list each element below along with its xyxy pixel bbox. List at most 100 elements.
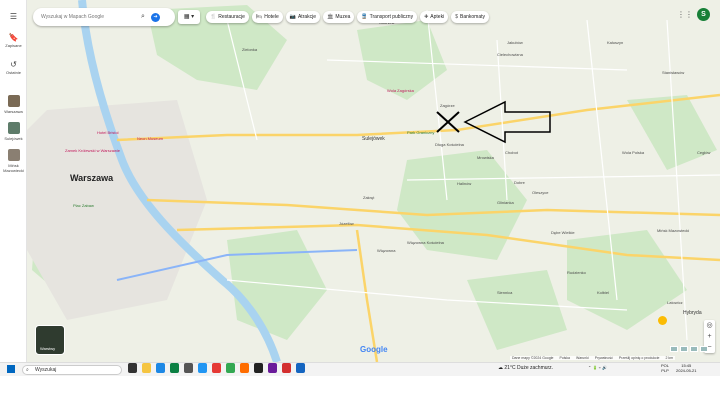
town-label: Jakubów [507,40,523,45]
app-icon[interactable] [212,363,221,373]
app-icon[interactable] [128,363,137,373]
taskbar-search[interactable]: ⌕ Wyszukaj [22,364,122,375]
map-type-thumb[interactable] [670,346,678,352]
town-label: Siennica [497,290,513,295]
app-icon[interactable] [184,363,193,373]
map-canvas[interactable]: Warszawa Sulejówek Zielonka Zagórze Okun… [27,0,720,362]
town-label: Glinianka [497,200,514,205]
windows-taskbar: ⌕ Wyszukaj [0,362,720,376]
chevron-up-icon[interactable]: ⌃ [588,365,591,370]
bed-icon: 🛏 [255,14,263,20]
layers-tile[interactable]: Warstwy [35,325,65,355]
recent-place-sulejowek[interactable]: Sulejówek [0,122,27,141]
chrome-icon[interactable] [226,363,235,373]
system-tray[interactable]: ⌃ 🔋 ⌁ 🔊 [588,365,607,370]
poi-label[interactable]: Wola Zagórska [387,88,414,93]
clock-date: 2024-05-21 [676,368,697,373]
poi-label[interactable]: Neon Museum [137,136,163,141]
town-label: Mrowiska [477,155,494,160]
footer-link[interactable]: Prześlij opinię o produkcie [619,356,660,360]
app-icon[interactable] [254,363,263,373]
chip-restauracje[interactable]: 🍴 Restauracje [206,11,249,23]
apps-grid-icon[interactable]: ⋮⋮ [677,10,693,19]
zoom-in-button[interactable]: + [704,331,715,342]
town-label: Kałuszyn [607,40,624,45]
footer-link[interactable]: Warunki [576,356,589,360]
search-input[interactable] [41,14,137,20]
map-type-thumb[interactable] [680,346,688,352]
poi-label[interactable]: Hotel Bristol [97,130,119,135]
tray-icons[interactable]: 🔋 ⌁ 🔊 [592,365,607,370]
recent-place-label: Sulejówek [4,136,23,141]
town-label: Dębe Wielkie [551,230,575,235]
layers-toggle-button[interactable]: ▦ ▾ [178,10,200,24]
chip-label: Hotele [264,14,279,20]
app-icon[interactable] [240,363,249,373]
language-indicator[interactable]: POL PLP [661,363,669,373]
town-label: Cegłów [697,150,711,155]
chip-hotele[interactable]: 🛏 Hotele [251,11,283,23]
recent-place-label: Warszawa [4,109,23,114]
recent-place-minsk[interactable]: Mińsk Mazowiecki [0,149,27,173]
category-chips: 🍴 Restauracje 🛏 Hotele 📷 Atrakcje 🏛 Muzea 🚆 T… [206,11,489,23]
clock[interactable]: 15:45 2024-05-21 [676,363,696,373]
recent-place-label: Mińsk Mazowiecki [3,163,24,173]
poi-label[interactable]: Zamek Królewski w Warszawie [65,148,120,153]
place-thumbnail [7,122,20,134]
town-label: Kołbiel [597,290,610,295]
poi-label[interactable]: Plac Zabaw [73,203,94,208]
search-icon[interactable]: ⌕ [141,13,145,21]
street-view-pegman-icon[interactable] [658,316,667,325]
windows-start-icon[interactable] [7,365,15,373]
town-label: Rudzienko [567,270,586,275]
town-label: Halinów [457,181,472,186]
footer-link[interactable]: Polska [560,356,571,360]
map-type-thumb[interactable] [690,346,698,352]
saved-button[interactable]: 🔖 Zapisane [0,33,27,48]
camera-icon: 📷 [289,14,296,20]
footer-link[interactable]: Prywatność [595,356,613,360]
weather-widget[interactable]: ☁ 21°C Duże zachmurz. [498,365,553,371]
opera-icon[interactable] [282,363,291,373]
search-box[interactable]: ⌕ ➜ [33,8,175,26]
chip-apteki[interactable]: ✚ Apteki [420,11,449,23]
chip-label: Transport publiczny [369,14,414,20]
app-icon[interactable] [170,363,179,373]
chip-muzea[interactable]: 🏛 Muzea [323,11,355,23]
x-marker [436,111,460,133]
app-icon[interactable] [296,363,305,373]
layers-tile-label: Warstwy [40,346,56,351]
app-icon[interactable] [268,363,277,373]
menu-button[interactable]: ☰ [0,12,27,22]
chip-label: Apteki [430,14,445,20]
map-footer: Dane mapy ©2024 Google Polska Warunki Pr… [510,356,676,360]
map-type-thumb[interactable] [700,346,708,352]
town-label: Zagórze [440,103,455,108]
chip-bankomaty[interactable]: $ Bankomaty [451,11,489,23]
town-label: Długa Kościelna [435,142,464,147]
app-icon[interactable] [156,363,165,373]
locate-icon[interactable]: ◎ [704,320,715,331]
scale-bar[interactable]: 2 km [666,356,674,360]
taskbar-apps [128,363,305,373]
cloud-icon: ☁ [498,365,503,371]
account-avatar[interactable]: S [697,8,710,21]
chip-transport[interactable]: 🚆 Transport publiczny [357,11,418,23]
footer-attribution: Dane mapy ©2024 Google [512,356,554,360]
poi-label[interactable]: Park Graniczny [407,130,434,135]
chip-atrakcje[interactable]: 📷 Atrakcje [285,11,321,23]
recent-button[interactable]: ↺ Ostatnie [0,60,27,75]
chip-label: Muzea [335,14,351,20]
directions-icon[interactable]: ➜ [150,12,160,22]
town-label: Wola Polska [622,150,645,155]
recent-place-warszawa[interactable]: Warszawa [0,95,27,114]
chip-label: Bankomaty [459,14,485,20]
place-thumbnail [7,95,20,107]
fork-knife-icon: 🍴 [210,14,217,20]
town-label: Dobre [514,180,525,185]
town-label: Wiązowna Kościelna [407,240,444,245]
town-label: Zielonka [242,47,258,52]
folder-icon[interactable] [142,363,151,373]
edge-icon[interactable] [198,363,207,373]
chip-label: Restauracje [218,14,245,20]
